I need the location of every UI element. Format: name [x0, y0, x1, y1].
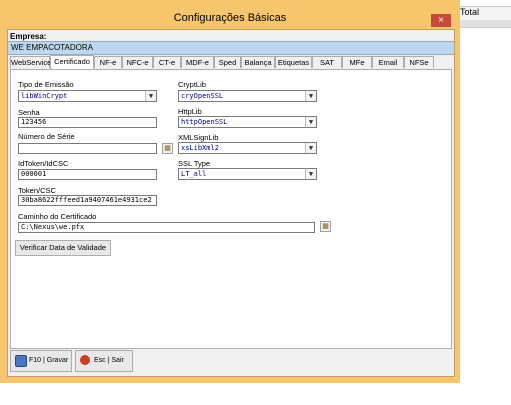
caminho-label: Caminho do Certificado — [18, 212, 97, 221]
sair-button[interactable]: Esc | Sair — [75, 350, 133, 372]
cryptlib-label: CryptLib — [178, 80, 206, 89]
numero-serie-field[interactable] — [18, 143, 157, 154]
tipo-emissao-select[interactable]: libWinCrypt ▼ — [18, 90, 157, 102]
tab-etiquetas[interactable]: Etiquetas — [275, 56, 312, 68]
folder-icon: ▦ — [322, 222, 329, 230]
empresa-label: Empresa: — [10, 32, 47, 41]
tab-nfe[interactable]: NF-e — [94, 56, 122, 68]
config-dialog: Configurações Básicas × Empresa: WE EMPA… — [0, 0, 460, 383]
verificar-validade-button[interactable]: Verificar Data de Validade — [15, 240, 111, 256]
dialog-body: Empresa: WE EMPACOTADORA WebService Cert… — [7, 29, 455, 377]
numero-serie-label: Número de Série — [18, 132, 75, 141]
senha-label: Senha — [18, 108, 40, 117]
grid-row-line — [456, 27, 511, 28]
tab-nfse[interactable]: NFSe — [404, 56, 434, 68]
caminho-field[interactable]: C:\Nexus\we.pfx — [18, 222, 315, 233]
ssltype-value: LT_all — [181, 170, 207, 178]
close-button[interactable]: × — [431, 14, 451, 27]
floppy-icon — [15, 355, 27, 367]
sair-label: Esc | Sair — [94, 357, 124, 364]
gravar-button[interactable]: F10 | Gravar — [10, 350, 72, 372]
tab-sped[interactable]: Sped — [214, 56, 241, 68]
tab-webservice[interactable]: WebService — [10, 56, 51, 68]
cryptlib-value: cryOpenSSL — [181, 92, 224, 100]
xmlsignlib-label: XMLSignLib — [178, 133, 219, 142]
httplib-value: httpOpenSSL — [181, 118, 228, 126]
senha-field[interactable]: 123456 — [18, 117, 157, 128]
column-header-total: Total — [460, 7, 480, 17]
tab-sat[interactable]: SAT — [312, 56, 342, 68]
chevron-down-icon[interactable]: ▼ — [305, 143, 316, 153]
token-field[interactable]: 30ba8622fffeed1a9407461e4931ce2 — [18, 195, 157, 206]
idtoken-label: IdToken/IdCSC — [18, 159, 69, 168]
numero-serie-browse-button[interactable]: ▦ — [162, 143, 173, 154]
tab-cte[interactable]: CT-e — [153, 56, 181, 68]
xmlsignlib-select[interactable]: xsLibXml2 ▼ — [178, 142, 317, 154]
httplib-label: HttpLib — [178, 107, 202, 116]
idtoken-field[interactable]: 000001 — [18, 169, 157, 180]
tipo-emissao-label: Tipo de Emissão — [18, 80, 74, 89]
chevron-down-icon[interactable]: ▼ — [305, 169, 316, 179]
folder-icon: ▦ — [164, 144, 171, 152]
chevron-down-icon[interactable]: ▼ — [145, 91, 156, 101]
tab-panel-certificado: Tipo de Emissão libWinCrypt ▼ Senha 1234… — [10, 69, 452, 349]
title-bar[interactable]: Configurações Básicas × — [0, 6, 460, 28]
gravar-label: F10 | Gravar — [29, 357, 69, 364]
tab-balanca[interactable]: Balança — [241, 56, 275, 68]
ssltype-select[interactable]: LT_all ▼ — [178, 168, 317, 180]
ssltype-label: SSL Type — [178, 159, 211, 168]
httplib-select[interactable]: httpOpenSSL ▼ — [178, 116, 317, 128]
close-icon: × — [438, 15, 444, 26]
chevron-down-icon[interactable]: ▼ — [305, 91, 316, 101]
empresa-bar: WE EMPACOTADORA — [8, 41, 454, 55]
window-title: Configurações Básicas — [173, 12, 287, 24]
empresa-value: WE EMPACOTADORA — [11, 43, 93, 52]
tab-mdfe[interactable]: MDF-e — [181, 56, 214, 68]
token-label: Token/CSC — [18, 186, 56, 195]
exit-icon — [80, 355, 90, 365]
caminho-browse-button[interactable]: ▦ — [320, 221, 331, 232]
tab-email[interactable]: Email — [372, 56, 404, 68]
xmlsignlib-value: xsLibXml2 — [181, 144, 219, 152]
chevron-down-icon[interactable]: ▼ — [305, 117, 316, 127]
tab-nfce[interactable]: NFC-e — [122, 56, 153, 68]
cryptlib-select[interactable]: cryOpenSSL ▼ — [178, 90, 317, 102]
tab-certificado[interactable]: Certificado — [50, 55, 94, 69]
tipo-emissao-value: libWinCrypt — [21, 92, 68, 100]
grid-row-shade — [456, 20, 511, 27]
tab-mfe[interactable]: MFe — [342, 56, 372, 68]
